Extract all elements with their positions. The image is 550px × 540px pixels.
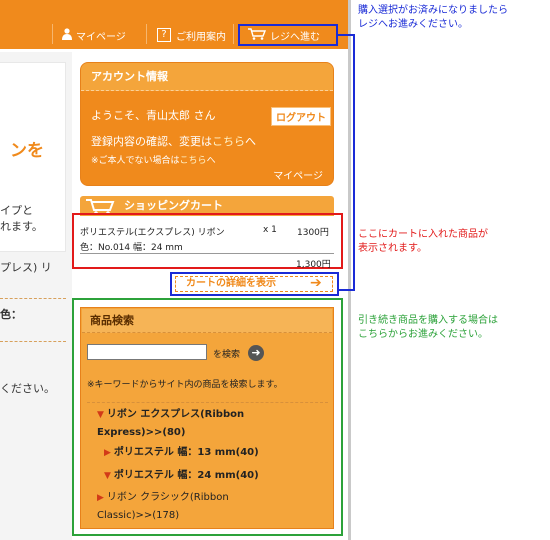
triangle-right-icon: ▶ bbox=[104, 448, 111, 458]
help-icon: ? bbox=[157, 28, 171, 42]
nav-divider bbox=[233, 24, 234, 44]
cart-icon bbox=[248, 27, 267, 43]
nav-register-label: レジへ進む bbox=[270, 31, 320, 43]
left-text: イプと bbox=[0, 204, 33, 217]
connector-line bbox=[339, 289, 355, 291]
account-info-panel: アカウント情報 ようこそ、青山太郎 さん ログアウト 登録内容の確認、変更はこち… bbox=[80, 62, 334, 186]
not-you-prefix: ※ご本人でない場合は bbox=[91, 156, 180, 166]
nav-guide-label: ご利用案内 bbox=[176, 31, 226, 43]
divider bbox=[87, 402, 328, 403]
cart-item-spec: 色：No.014 幅：24 mm bbox=[80, 243, 183, 253]
header-bar: マイページ ? ご利用案内 レジへ進む bbox=[0, 0, 348, 49]
search-note: ※キーワードからサイト内の商品を検索します。 bbox=[87, 380, 283, 390]
not-you-suffix: へ bbox=[206, 156, 216, 166]
arrow-right-icon[interactable]: ➜ bbox=[248, 345, 264, 361]
annotation-register: 購入選択がお済みになりましたら レジへお進みください。 bbox=[358, 4, 508, 32]
category-item[interactable]: ▼ ポリエステル 幅：24 mm(40) bbox=[104, 467, 259, 485]
triangle-right-icon: ▶ bbox=[97, 493, 104, 503]
category-label: ポリエステル 幅：24 mm(40) bbox=[113, 470, 259, 481]
category-label: Express)>>(80) bbox=[97, 427, 186, 438]
account-info-title: アカウント情報 bbox=[81, 63, 333, 91]
annotation-line: 購入選択がお済みになりましたら bbox=[358, 5, 508, 16]
triangle-down-icon: ▼ bbox=[97, 410, 104, 420]
left-text: れます。 bbox=[0, 220, 43, 233]
category-label: ポリエステル 幅：13 mm(40) bbox=[113, 447, 259, 458]
annotation-line: こちらからお進みください。 bbox=[358, 329, 488, 340]
annotation-line: レジへお進みください。 bbox=[358, 19, 468, 30]
category-label: リボン クラシック(Ribbon bbox=[106, 492, 229, 503]
product-search-title: 商品検索 bbox=[82, 309, 332, 333]
logout-button[interactable]: ログアウト bbox=[271, 107, 331, 126]
annotation-line: 引き続き商品を購入する場合は bbox=[358, 315, 498, 326]
left-text: プレス) リ bbox=[0, 261, 52, 274]
cart-item-name: ポリエステル(エクスプレス) リボン bbox=[80, 228, 225, 238]
edit-profile-prefix: 登録内容の確認、変更は bbox=[91, 135, 212, 148]
annotation-line: 表示されます。 bbox=[358, 243, 427, 254]
promo-heading: ンを bbox=[0, 137, 44, 165]
arrow-right-icon: ➔ bbox=[310, 275, 322, 291]
nav-divider bbox=[146, 24, 147, 44]
category-label: リボン エクスプレス(Ribbon bbox=[106, 409, 245, 420]
account-mypage-link[interactable]: マイページ bbox=[273, 167, 323, 182]
cart-item-price: 1300円 bbox=[297, 228, 329, 238]
annotation-search: 引き続き商品を購入する場合は こちらからお進みください。 bbox=[358, 314, 498, 342]
edit-profile-suffix: へ bbox=[245, 135, 256, 148]
category-item[interactable]: ▶ ポリエステル 幅：13 mm(40) bbox=[104, 444, 259, 462]
cart-divider bbox=[80, 253, 334, 254]
connector-line bbox=[353, 34, 355, 291]
category-item[interactable]: ▼ リボン エクスプレス(Ribbon Express)>>(80) bbox=[97, 406, 297, 442]
nav-mypage-label: マイページ bbox=[76, 31, 126, 43]
annotation-line: ここにカートに入れた商品が bbox=[358, 229, 488, 240]
cart-total: 1,300円 bbox=[296, 260, 331, 270]
divider bbox=[0, 298, 66, 299]
left-text: ください。 bbox=[0, 382, 55, 395]
search-input[interactable] bbox=[87, 344, 207, 360]
search-button-label[interactable]: を検索 bbox=[213, 347, 240, 360]
triangle-down-icon: ▼ bbox=[104, 471, 111, 481]
person-icon bbox=[62, 27, 72, 43]
annotation-cart: ここにカートに入れた商品が 表示されます。 bbox=[358, 228, 488, 256]
category-label: Classic)>>(178) bbox=[97, 510, 180, 521]
not-you-text: ※ご本人でない場合はこちらへ bbox=[91, 153, 216, 166]
edit-profile-text: 登録内容の確認、変更はこちらへ bbox=[91, 133, 256, 149]
left-label: 色： bbox=[0, 308, 22, 321]
nav-register-button[interactable]: レジへ進む bbox=[238, 24, 338, 46]
not-you-link[interactable]: こちら bbox=[180, 156, 207, 166]
divider bbox=[0, 341, 66, 342]
cart-item-quantity: x 1 bbox=[263, 225, 277, 235]
nav-divider bbox=[52, 24, 53, 44]
connector-line bbox=[338, 34, 354, 36]
edit-profile-link[interactable]: こちら bbox=[212, 135, 245, 148]
page-divider bbox=[348, 0, 351, 540]
welcome-text: ようこそ、青山太郎 さん bbox=[91, 109, 216, 122]
nav-guide-link[interactable]: ? ご利用案内 bbox=[157, 24, 226, 46]
nav-mypage-link[interactable]: マイページ bbox=[62, 24, 126, 46]
category-item[interactable]: ▶ リボン クラシック(Ribbon Classic)>>(178) bbox=[97, 489, 297, 525]
